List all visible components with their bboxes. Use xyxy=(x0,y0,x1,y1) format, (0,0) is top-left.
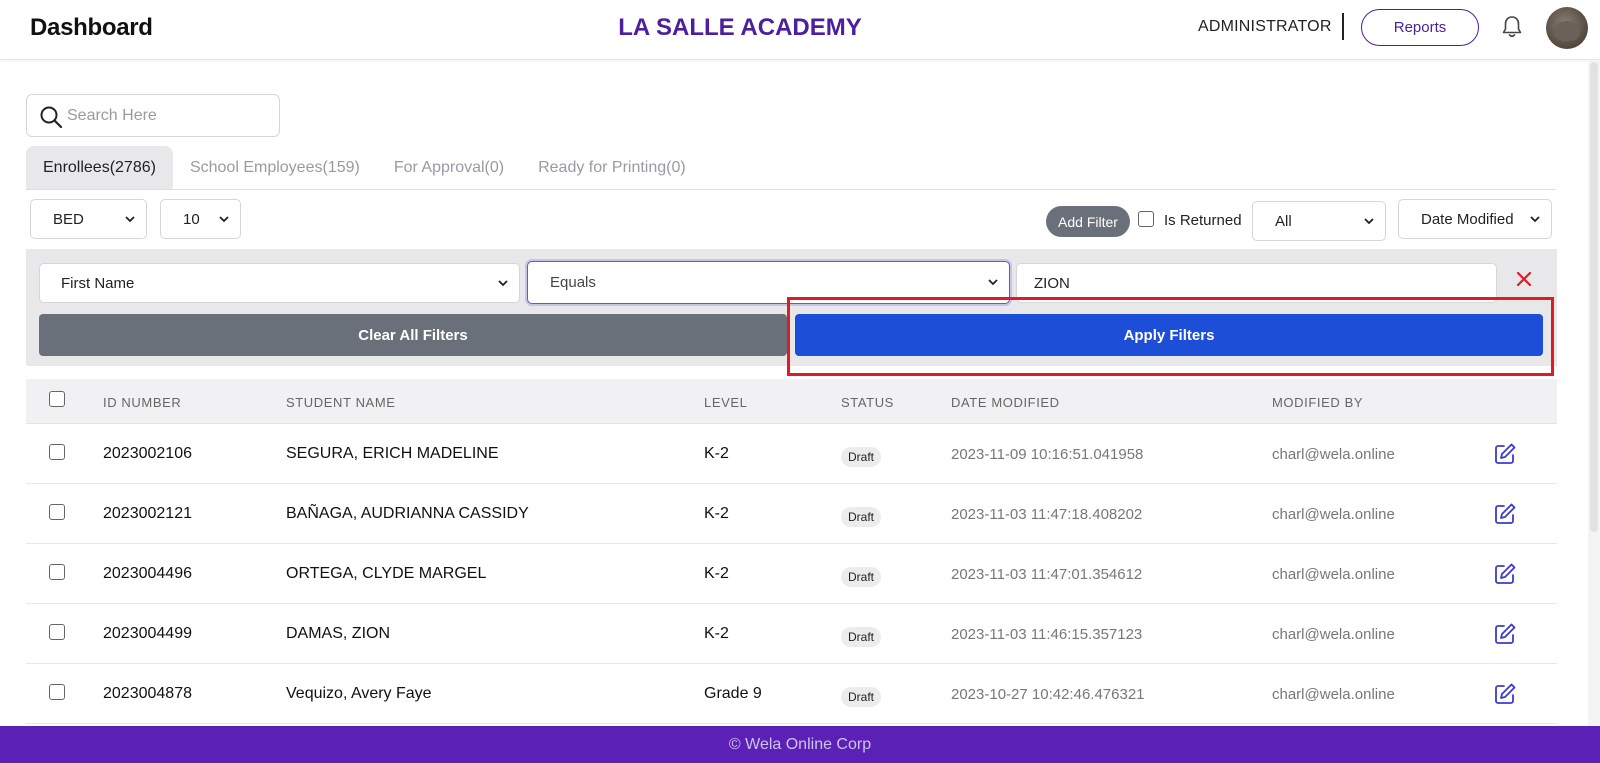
tab-ready-for-printing[interactable]: Ready for Printing(0) xyxy=(521,146,703,189)
is-returned-label: Is Returned xyxy=(1164,212,1242,229)
search-box[interactable] xyxy=(26,94,280,137)
row-level: K-2 xyxy=(704,625,729,642)
row-modified-by: charl@wela.online xyxy=(1272,566,1395,583)
tab-divider xyxy=(26,189,1556,190)
row-date-modified: 2023-11-03 11:47:01.354612 xyxy=(951,566,1143,583)
avatar[interactable] xyxy=(1546,7,1588,49)
row-modified-by: charl@wela.online xyxy=(1272,446,1395,463)
sort-select[interactable]: Date Modified xyxy=(1398,199,1552,239)
chevron-down-icon xyxy=(219,216,229,223)
row-checkbox[interactable] xyxy=(49,564,65,580)
status-filter-value: All xyxy=(1275,212,1292,230)
edit-icon[interactable] xyxy=(1493,562,1517,586)
table-row[interactable]: 2023004878 Vequizo, Avery Faye Grade 9 D… xyxy=(26,664,1557,724)
table-row[interactable]: 2023002106 SEGURA, ERICH MADELINE K-2 Dr… xyxy=(26,424,1557,484)
chevron-down-icon xyxy=(125,216,135,223)
table-header: ID NUMBER STUDENT NAME LEVEL STATUS DATE… xyxy=(26,379,1557,424)
department-select-value: BED xyxy=(53,210,84,228)
page-size-select[interactable]: 10 xyxy=(160,199,241,239)
filter-operator-value: Equals xyxy=(550,274,596,291)
status-badge: Draft xyxy=(841,447,882,467)
row-checkbox[interactable] xyxy=(49,444,65,460)
search-input[interactable] xyxy=(67,103,267,129)
status-badge: Draft xyxy=(841,627,882,647)
row-date-modified: 2023-11-03 11:47:18.408202 xyxy=(951,506,1143,523)
search-icon xyxy=(40,106,63,129)
page-size-select-value: 10 xyxy=(183,210,200,228)
row-id: 2023002121 xyxy=(103,505,192,522)
row-checkbox[interactable] xyxy=(49,624,65,640)
sort-select-value: Date Modified xyxy=(1421,210,1514,228)
row-id: 2023004496 xyxy=(103,565,192,582)
tab-school-employees[interactable]: School Employees(159) xyxy=(173,146,377,189)
chevron-down-icon xyxy=(498,280,508,287)
row-checkbox[interactable] xyxy=(49,684,65,700)
status-badge: Draft xyxy=(841,567,882,587)
col-status: STATUS xyxy=(841,395,894,410)
edit-icon[interactable] xyxy=(1493,442,1517,466)
col-level: LEVEL xyxy=(704,395,748,410)
footer: © Wela Online Corp xyxy=(0,726,1600,763)
row-student-name: BAÑAGA, AUDRIANNA CASSIDY xyxy=(286,505,529,522)
table-row[interactable]: 2023002121 BAÑAGA, AUDRIANNA CASSIDY K-2… xyxy=(26,484,1557,544)
row-student-name: SEGURA, ERICH MADELINE xyxy=(286,445,499,462)
row-date-modified: 2023-11-09 10:16:51.041958 xyxy=(951,446,1144,463)
row-modified-by: charl@wela.online xyxy=(1272,626,1395,643)
row-id: 2023002106 xyxy=(103,445,192,462)
filter-value-text: ZION xyxy=(1034,274,1070,292)
row-level: K-2 xyxy=(704,445,729,462)
row-date-modified: 2023-10-27 10:42:46.476321 xyxy=(951,686,1145,703)
table-row[interactable]: 2023004499 DAMAS, ZION K-2 Draft 2023-11… xyxy=(26,604,1557,664)
table-row[interactable]: 2023004496 ORTEGA, CLYDE MARGEL K-2 Draf… xyxy=(26,544,1557,604)
col-modified-by: MODIFIED BY xyxy=(1272,395,1364,410)
select-all-checkbox[interactable] xyxy=(49,391,65,407)
tab-enrollees[interactable]: Enrollees(2786) xyxy=(26,146,173,189)
status-badge: Draft xyxy=(841,507,882,527)
reports-button[interactable]: Reports xyxy=(1361,9,1479,46)
col-student-name: STUDENT NAME xyxy=(286,395,396,410)
status-filter-select[interactable]: All xyxy=(1252,201,1386,241)
is-returned-checkbox[interactable] xyxy=(1138,211,1154,227)
filter-value-input[interactable]: ZION xyxy=(1016,263,1497,303)
row-student-name: Vequizo, Avery Faye xyxy=(286,685,432,702)
top-header: Dashboard LA SALLE ACADEMY ADMINISTRATOR… xyxy=(0,0,1600,60)
tab-for-approval[interactable]: For Approval(0) xyxy=(377,146,521,189)
status-badge: Draft xyxy=(841,687,882,707)
apply-filters-button[interactable]: Apply Filters xyxy=(795,314,1543,356)
user-role: ADMINISTRATOR xyxy=(1198,18,1332,35)
filter-operator-select[interactable]: Equals xyxy=(527,261,1010,304)
add-filter-button[interactable]: Add Filter xyxy=(1046,206,1130,237)
clear-all-filters-button[interactable]: Clear All Filters xyxy=(39,314,787,356)
filter-field-select[interactable]: First Name xyxy=(39,263,520,303)
department-select[interactable]: BED xyxy=(30,199,147,239)
row-id: 2023004878 xyxy=(103,685,192,702)
edit-icon[interactable] xyxy=(1493,682,1517,706)
edit-icon[interactable] xyxy=(1493,502,1517,526)
chevron-down-icon xyxy=(988,279,998,286)
chevron-down-icon xyxy=(1530,216,1540,223)
bell-icon[interactable] xyxy=(1500,14,1524,40)
edit-icon[interactable] xyxy=(1493,622,1517,646)
row-date-modified: 2023-11-03 11:46:15.357123 xyxy=(951,626,1143,643)
col-date-modified: DATE MODIFIED xyxy=(951,395,1060,410)
row-student-name: ORTEGA, CLYDE MARGEL xyxy=(286,565,487,582)
row-id: 2023004499 xyxy=(103,625,192,642)
row-modified-by: charl@wela.online xyxy=(1272,506,1395,523)
filter-field-value: First Name xyxy=(61,274,135,292)
row-student-name: DAMAS, ZION xyxy=(286,625,391,642)
row-level: K-2 xyxy=(704,505,729,522)
footer-copyright: © Wela Online Corp xyxy=(728,735,872,753)
row-checkbox[interactable] xyxy=(49,504,65,520)
remove-filter-icon[interactable] xyxy=(1515,270,1533,288)
scrollbar-thumb[interactable] xyxy=(1590,62,1598,532)
row-level: K-2 xyxy=(704,565,729,582)
tab-bar: Enrollees(2786) School Employees(159) Fo… xyxy=(26,146,703,189)
row-level: Grade 9 xyxy=(704,685,762,702)
chevron-down-icon xyxy=(1364,218,1374,225)
col-id-number: ID NUMBER xyxy=(103,395,182,410)
row-modified-by: charl@wela.online xyxy=(1272,686,1395,703)
header-divider xyxy=(1342,13,1344,40)
